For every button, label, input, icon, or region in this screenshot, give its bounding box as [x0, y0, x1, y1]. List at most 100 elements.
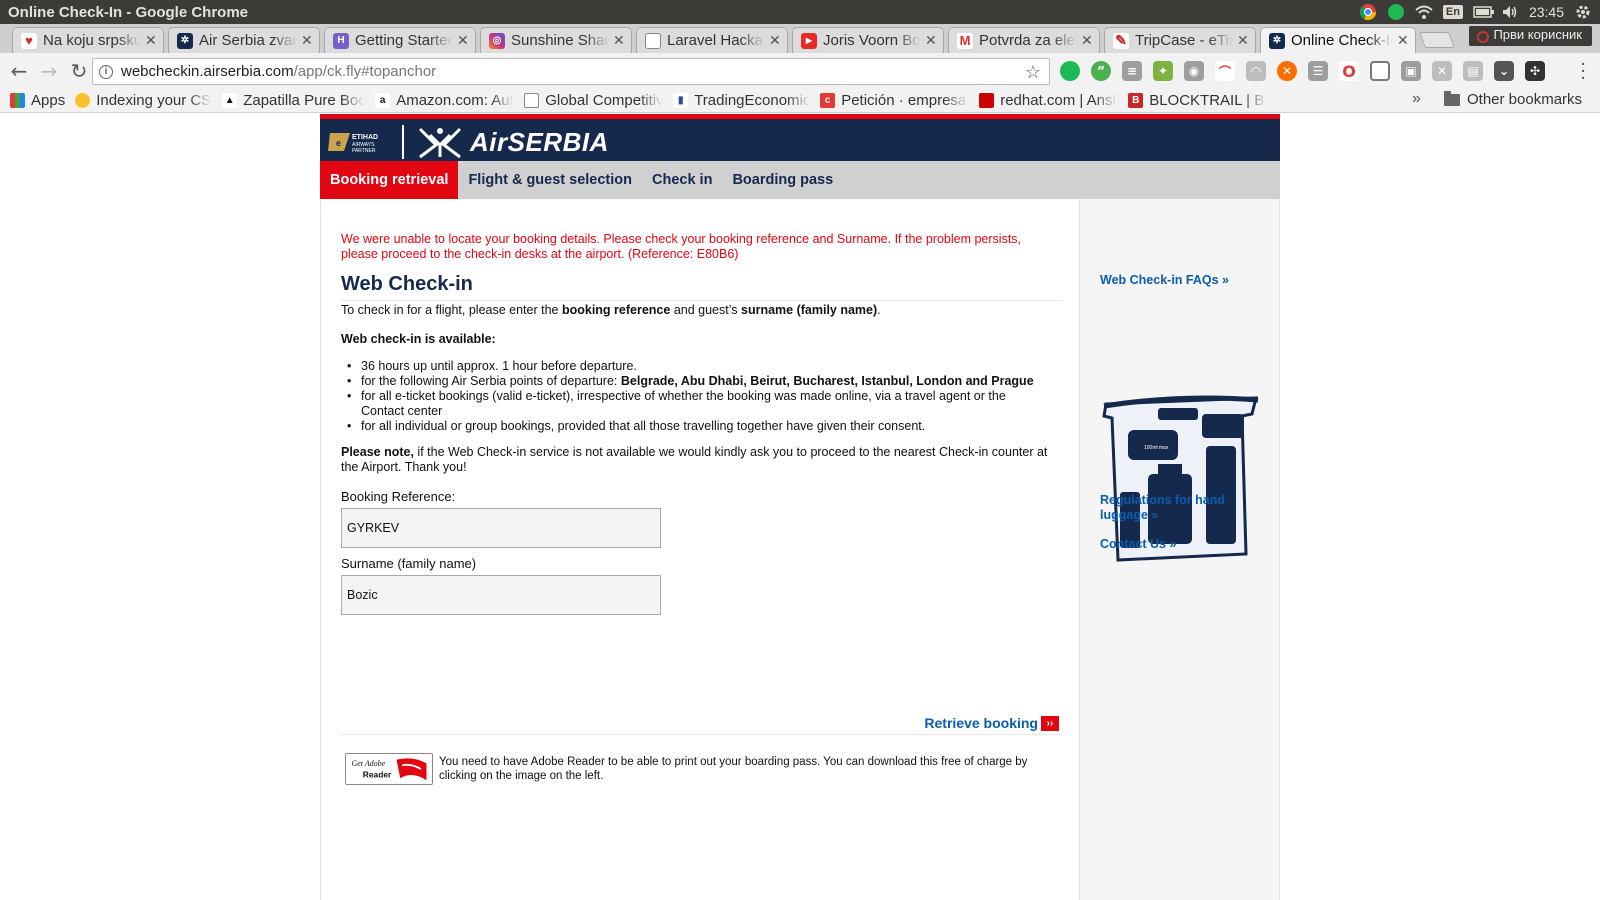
clock[interactable]: 23:45	[1529, 4, 1564, 20]
main-content: We were unable to locate your booking de…	[320, 199, 1080, 900]
airserbia-emblem-icon	[418, 127, 462, 159]
bookmark-star-icon[interactable]: ☆	[1025, 62, 1041, 83]
pocket-icon[interactable]: ⌄	[1494, 61, 1514, 81]
reload-icon[interactable]: ↻	[68, 59, 90, 83]
gear-icon[interactable]	[1574, 3, 1592, 21]
step-flight-guest-selection[interactable]: Flight & guest selection	[458, 161, 642, 199]
list-item: 36 hours up until approx. 1 hour before …	[347, 359, 1051, 374]
tools-icon[interactable]: ✕	[1432, 61, 1452, 81]
bookmark-item[interactable]: Global Competitiveness	[524, 92, 663, 109]
camera-icon[interactable]: ◉	[1184, 61, 1204, 81]
browser-tab[interactable]: ▶ Joris Voorn Boiler ✕	[792, 27, 944, 53]
url-host: webcheckin.airserbia.com	[121, 63, 294, 80]
close-tab-icon[interactable]: ✕	[301, 32, 313, 49]
close-tab-icon[interactable]: ✕	[1397, 32, 1409, 49]
close-tab-icon[interactable]: ✕	[457, 32, 469, 49]
adobe-badge-reader: Reader	[363, 769, 392, 779]
close-tab-icon[interactable]: ✕	[613, 32, 625, 49]
step-boarding-pass[interactable]: Boarding pass	[722, 161, 843, 199]
redhat-icon	[979, 93, 995, 108]
contact-us-link[interactable]: Contact Us »	[1100, 537, 1176, 552]
profile-button[interactable]: Први корисник	[1469, 26, 1592, 46]
close-tab-icon[interactable]: ✕	[925, 32, 937, 49]
doc-icon[interactable]: ▤	[1463, 61, 1483, 81]
close-tab-icon[interactable]: ✕	[769, 32, 781, 49]
close-tab-icon[interactable]: ✕	[145, 32, 157, 49]
retrieve-booking-button[interactable]: Retrieve booking ››	[924, 715, 1059, 731]
battery-icon[interactable]	[1473, 3, 1494, 21]
sliders-icon[interactable]: ☰	[1308, 61, 1328, 81]
bookmarks-overflow-icon[interactable]: »	[1412, 90, 1421, 108]
rainbow-icon[interactable]: ⌒	[1215, 61, 1235, 81]
new-tab-button[interactable]	[1419, 32, 1455, 48]
chrome-icon[interactable]	[1359, 3, 1377, 21]
puzzle-icon[interactable]: ✣	[1525, 61, 1545, 81]
other-bookmarks[interactable]: Other bookmarks	[1444, 90, 1582, 108]
browser-tab[interactable]: Laravel Hackathon ✕	[636, 27, 788, 53]
surname-input[interactable]	[341, 575, 661, 615]
hangouts-icon[interactable]: ”	[1091, 61, 1111, 81]
flower-icon	[75, 93, 91, 108]
browser-tab[interactable]: ✎ TripCase - eTicket ✕	[1104, 27, 1256, 53]
bookmark-item[interactable]: Indexing your CSV	[75, 92, 212, 109]
forward-arrow-icon[interactable]: →	[38, 59, 60, 83]
close-tab-icon[interactable]: ✕	[1081, 32, 1093, 49]
youtube-icon: ▶	[801, 32, 817, 49]
error-message: We were unable to locate your booking de…	[341, 232, 1022, 261]
faq-link[interactable]: Web Check-in FAQs »	[1100, 273, 1229, 288]
opera-icon[interactable]: O	[1339, 61, 1359, 81]
checkin-steps-nav: Booking retrieval Flight & guest selecti…	[320, 161, 1280, 199]
bookmark-item[interactable]: B BLOCKTRAIL | Bitcoin	[1128, 92, 1267, 109]
list-item: for all e-ticket bookings (valid e-ticke…	[347, 389, 1051, 419]
browser-tab[interactable]: ♥ Na koju srpsku ✕	[12, 27, 164, 53]
browser-toolbar: ← → ↻ i webcheckin.airserbia.com/app/ck.…	[0, 53, 1600, 89]
bookmark-item[interactable]: a Amazon.com: Auto	[375, 92, 514, 109]
bookmark-item[interactable]: c Petición · empresa	[820, 92, 969, 109]
menu-kebab-icon[interactable]: · · ·	[1580, 56, 1586, 88]
page-title: Web Check-in	[341, 273, 473, 295]
window-title: Online Check-In - Google Chrome	[8, 3, 249, 21]
orange-x-icon[interactable]: ✕	[1277, 61, 1297, 81]
browser-tab-active[interactable]: ✲ Online Check-In ✕	[1260, 27, 1416, 53]
get-adobe-reader-badge[interactable]: Get Adobe Reader	[345, 753, 433, 785]
airserbia-logo[interactable]: AirSERBIA	[416, 123, 609, 161]
wifi-icon[interactable]	[1415, 3, 1433, 21]
extensions-row: ” ≡ ✦ ◉ ⌒ ◠ ✕ ☰ O ▣ ✕ ▤ ⌄ ✣	[1060, 61, 1545, 81]
step-booking-retrieval[interactable]: Booking retrieval	[320, 161, 459, 199]
close-tab-icon[interactable]: ✕	[1237, 32, 1249, 49]
system-tray: En 23:45	[1359, 0, 1592, 24]
site-header: e ETIHAD AIRWAYS PARTNER AirSERBIA	[320, 114, 1280, 161]
rss-icon[interactable]: ◠	[1246, 61, 1266, 81]
list-item: for all individual or group bookings, pr…	[347, 419, 1051, 434]
bookmark-item[interactable]: ▮ TradingEconomics	[673, 92, 810, 109]
bookmark-item[interactable]: redhat.com | Ansible	[979, 92, 1118, 109]
svg-text:e: e	[336, 138, 341, 148]
back-arrow-icon[interactable]: ←	[8, 59, 30, 83]
heroku-icon: H	[333, 32, 349, 49]
browser-tab[interactable]: ◎ Sunshine Shades ✕	[480, 27, 632, 53]
bookmark-apps[interactable]: Apps	[10, 92, 65, 109]
surname-label: Surname (family name)	[341, 556, 477, 571]
bar-chart-icon: ▮	[673, 93, 689, 108]
bookmark-item[interactable]: ▲ Zapatilla Pure Boost	[222, 92, 365, 109]
url-path: /app/ck.fly#topanchor	[293, 63, 437, 80]
booking-reference-input[interactable]	[341, 508, 661, 548]
keyboard-layout-indicator[interactable]: En	[1442, 5, 1463, 19]
step-check-in[interactable]: Check in	[642, 161, 722, 199]
os-title-bar: Online Check-In - Google Chrome En 23:45	[0, 0, 1600, 24]
adobe-badge-get: Get Adobe	[352, 759, 386, 768]
green-drop-icon[interactable]	[1387, 3, 1405, 21]
window-icon[interactable]: ▣	[1401, 61, 1421, 81]
browser-tab[interactable]: H Getting Started ✕	[324, 27, 476, 53]
leaf-icon[interactable]: ✦	[1153, 61, 1173, 81]
browser-tab[interactable]: ✲ Air Serbia zvanični ✕	[168, 27, 320, 53]
stack-icon[interactable]: ≡	[1122, 61, 1142, 81]
volume-icon[interactable]	[1501, 3, 1519, 21]
evernote-like-icon[interactable]	[1060, 61, 1080, 81]
sidebar: Web Check-in FAQs » 100ml max Regulation…	[1080, 199, 1280, 900]
address-bar[interactable]: i webcheckin.airserbia.com/app/ck.fly#to…	[92, 58, 1050, 85]
info-icon[interactable]: i	[99, 64, 113, 79]
square-icon[interactable]	[1370, 61, 1390, 81]
regulations-link[interactable]: Regulations for hand luggage »	[1100, 493, 1250, 523]
browser-tab[interactable]: M Potvrda za elektronsku ✕	[948, 27, 1100, 53]
